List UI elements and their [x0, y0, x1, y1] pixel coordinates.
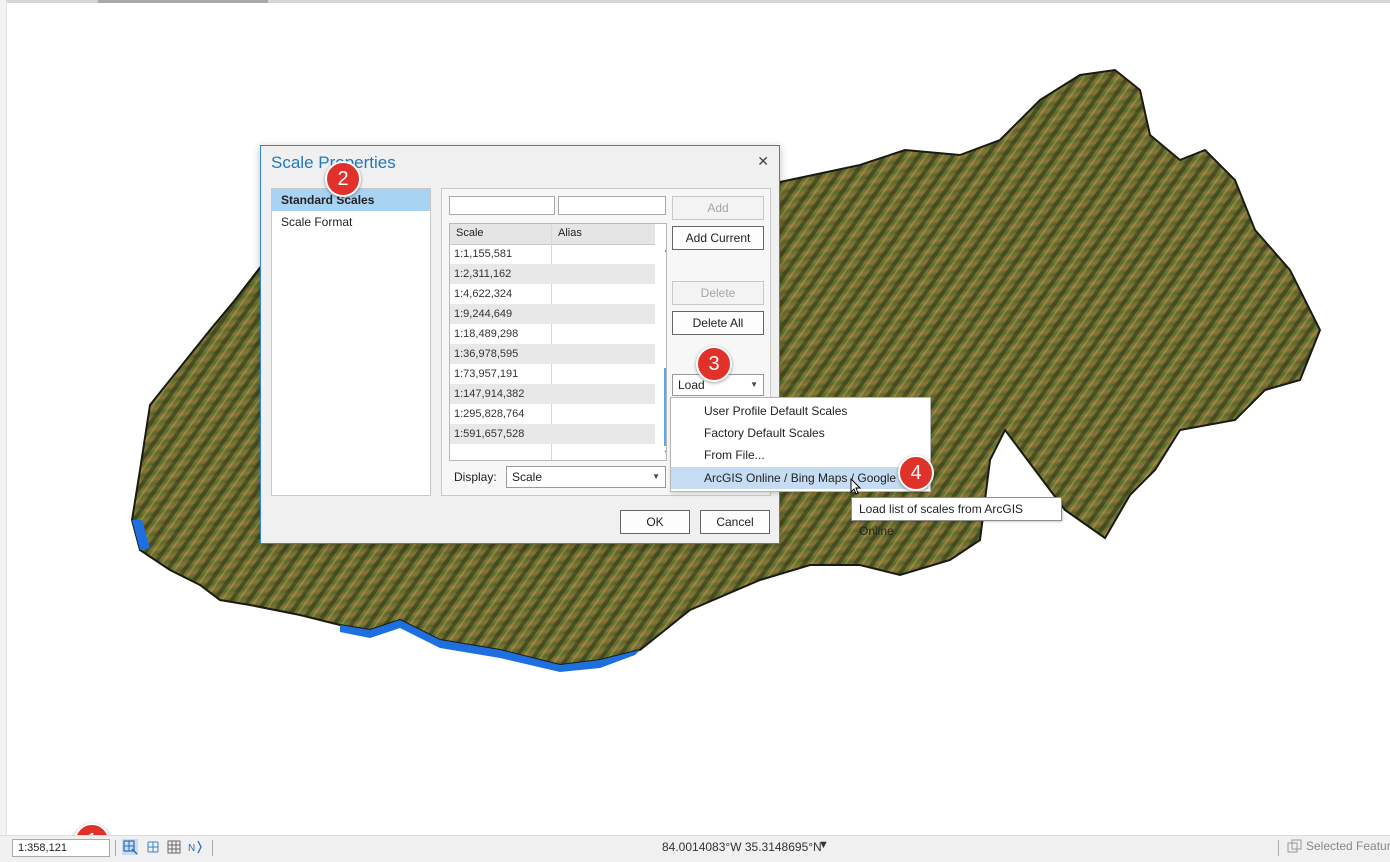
table-row[interactable]: 1:295,828,764: [450, 404, 655, 424]
active-tab-indicator: [98, 0, 268, 3]
menu-item-factory-default-scales[interactable]: Factory Default Scales: [671, 422, 928, 444]
scroll-down-icon[interactable]: ▼: [663, 448, 666, 457]
dialog-nav-pane: Standard Scales Scale Format: [271, 188, 431, 496]
table-scrollbar[interactable]: ▲ ▼: [662, 244, 666, 460]
new-alias-input[interactable]: [558, 196, 666, 215]
scale-cell: 1:18,489,298: [454, 328, 519, 340]
add-current-button[interactable]: Add Current: [672, 226, 764, 250]
mouse-cursor-icon: [850, 478, 862, 495]
callout-badge-3: 3: [696, 346, 732, 382]
display-label: Display:: [454, 470, 497, 484]
divider: [212, 840, 213, 856]
callout-badge-2: 2: [325, 161, 361, 197]
menu-item-user-profile-default-scales[interactable]: User Profile Default Scales: [671, 400, 928, 422]
table-row[interactable]: 1:18,489,298: [450, 324, 655, 344]
delete-all-button[interactable]: Delete All: [672, 311, 764, 335]
scale-cell: 1:36,978,595: [454, 348, 519, 360]
display-select-value: Scale: [512, 470, 543, 484]
table-row[interactable]: 1:2,311,162: [450, 264, 655, 284]
chevron-down-icon: ▼: [750, 380, 758, 389]
load-menu: User Profile Default Scales Factory Defa…: [670, 397, 931, 492]
scale-cell: 1:4,622,324: [454, 288, 513, 300]
column-header-alias[interactable]: Alias: [558, 227, 582, 239]
scale-cell: 1:2,311,162: [454, 268, 512, 280]
map-scale-input[interactable]: 1:358,121: [12, 839, 110, 857]
chevron-down-icon[interactable]: ▼: [818, 839, 829, 851]
add-button[interactable]: Add: [672, 196, 764, 220]
top-tab-strip: [0, 0, 1390, 3]
chevron-down-icon: ▼: [652, 472, 660, 481]
table-row[interactable]: 1:1,155,581: [450, 244, 655, 264]
new-scale-input[interactable]: [449, 196, 555, 215]
north-arrow-icon[interactable]: N: [187, 839, 203, 855]
column-header-scale[interactable]: Scale: [456, 227, 484, 239]
svg-text:N: N: [188, 843, 195, 854]
ok-button[interactable]: OK: [620, 510, 690, 534]
nav-item-scale-format[interactable]: Scale Format: [272, 211, 430, 233]
scroll-up-icon[interactable]: ▲: [663, 245, 666, 254]
selected-features-label[interactable]: Selected Features: [1306, 839, 1390, 853]
load-dropdown-label: Load: [678, 378, 705, 392]
table-row[interactable]: 1:591,657,528: [450, 424, 655, 444]
table-row[interactable]: 1:147,914,382: [450, 384, 655, 404]
display-select[interactable]: Scale ▼: [506, 466, 666, 488]
scale-cell: 1:1,155,581: [454, 248, 513, 260]
table-row[interactable]: 1:36,978,595: [450, 344, 655, 364]
table-header: Scale Alias: [450, 224, 655, 245]
status-bar: 1:358,121 N 84.0014083°W 35.3148695°N ▼ …: [0, 835, 1390, 862]
callout-badge-4: 4: [898, 455, 934, 491]
snapping-icon[interactable]: [122, 839, 138, 855]
divider: [1278, 840, 1279, 856]
menu-item-arcgis-online[interactable]: ArcGIS Online / Bing Maps / Google: [671, 467, 928, 489]
table-row[interactable]: 1:73,957,191: [450, 364, 655, 384]
left-panel-edge: [0, 0, 7, 835]
divider: [115, 840, 116, 856]
grid-snap-icon[interactable]: [145, 839, 161, 855]
scale-cell: 1:9,244,649: [454, 308, 513, 320]
close-icon[interactable]: ✕: [757, 153, 769, 170]
table-row[interactable]: 1:9,244,649: [450, 304, 655, 324]
scales-table[interactable]: Scale Alias 1:1,155,581 1:2,311,162 1:4,…: [449, 223, 667, 461]
scale-cell: 1:147,914,382: [454, 388, 525, 400]
grid-icon[interactable]: [166, 839, 182, 855]
coordinate-readout: 84.0014083°W 35.3148695°N: [662, 840, 822, 854]
table-row[interactable]: 1:4,622,324: [450, 284, 655, 304]
delete-button[interactable]: Delete: [672, 281, 764, 305]
tooltip: Load list of scales from ArcGIS Online: [851, 497, 1062, 538]
scale-cell: 1:73,957,191: [454, 368, 519, 380]
selected-features-icon: [1287, 839, 1302, 853]
scale-cell: 1:591,657,528: [454, 428, 525, 440]
cancel-button[interactable]: Cancel: [700, 510, 770, 534]
scale-cell: 1:295,828,764: [454, 408, 525, 420]
menu-item-from-file[interactable]: From File...: [671, 444, 928, 466]
scrollbar-thumb[interactable]: [664, 368, 666, 446]
